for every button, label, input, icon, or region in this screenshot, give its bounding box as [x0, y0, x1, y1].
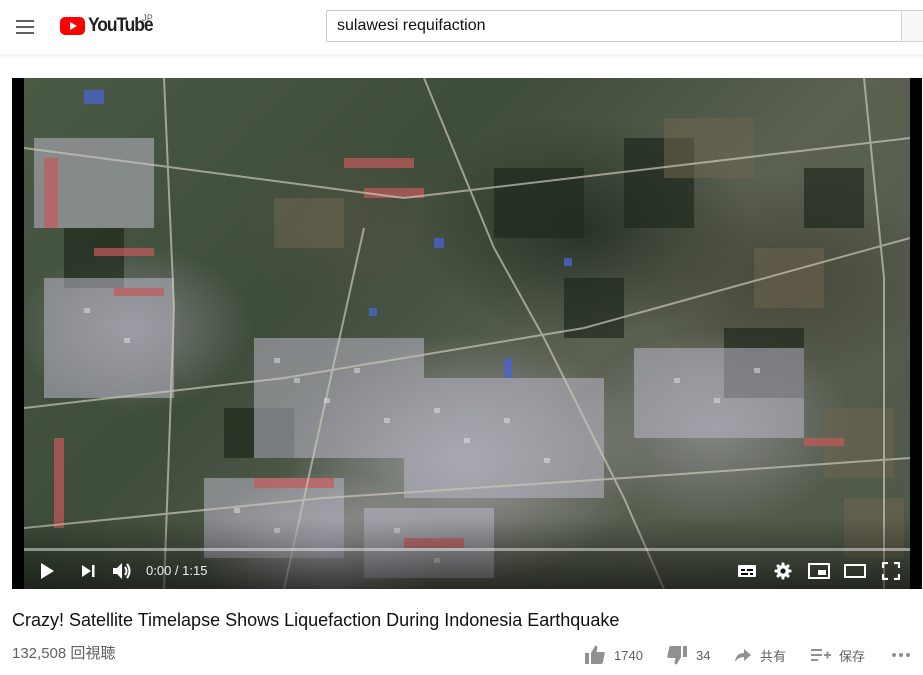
more-horizontal-icon: [892, 653, 910, 657]
volume-button[interactable]: [111, 559, 135, 583]
masthead: YouTube JP: [0, 0, 923, 54]
video-player[interactable]: 0:00 / 1:15: [12, 78, 922, 589]
play-button[interactable]: [35, 559, 59, 583]
fullscreen-button[interactable]: [879, 559, 903, 583]
time-duration: 1:15: [182, 563, 208, 578]
more-actions-button[interactable]: [891, 643, 911, 667]
time-separator: /: [171, 563, 183, 578]
skip-next-icon: [82, 565, 95, 577]
dislike-count: 34: [696, 647, 711, 663]
settings-button[interactable]: [771, 559, 795, 583]
thumbs-up-icon: [585, 645, 605, 664]
theater-mode-button[interactable]: [843, 559, 867, 583]
volume-icon: [113, 563, 131, 579]
share-label: 共有: [760, 648, 787, 664]
fullscreen-icon: [882, 562, 900, 580]
save-label: 保存: [839, 648, 866, 664]
share-arrow-icon: [735, 649, 751, 662]
miniplayer-button[interactable]: [807, 559, 831, 583]
subtitles-button[interactable]: [735, 559, 759, 583]
share-button[interactable]: 共有: [734, 643, 786, 667]
menu-icon[interactable]: [10, 12, 40, 42]
masthead-shadow: [0, 54, 923, 60]
youtube-logo[interactable]: YouTube JP: [60, 13, 158, 39]
playlist-add-icon: [811, 649, 831, 661]
next-button[interactable]: [76, 559, 100, 583]
logo-country-code: JP: [142, 13, 154, 23]
search-box[interactable]: [326, 10, 916, 42]
time-current: 0:00: [146, 563, 172, 578]
play-icon: [41, 563, 54, 579]
save-button[interactable]: 保存: [811, 643, 865, 667]
progress-bar[interactable]: [24, 548, 910, 551]
like-count: 1740: [614, 647, 643, 663]
video-frame-satellite-image[interactable]: [24, 78, 910, 589]
search-input[interactable]: [337, 17, 906, 35]
theater-mode-icon: [844, 564, 866, 578]
search-button[interactable]: [901, 10, 923, 42]
time-display: 0:00 / 1:15: [146, 563, 207, 578]
gear-icon: [774, 562, 792, 580]
view-count: 132,508 回視聴: [12, 645, 116, 662]
video-title: Crazy! Satellite Timelapse Shows Liquefa…: [12, 610, 620, 630]
thumbs-down-icon: [667, 646, 687, 665]
dislike-button[interactable]: 34: [666, 643, 710, 667]
satellite-imagery: [24, 78, 910, 589]
miniplayer-icon: [808, 563, 830, 579]
youtube-play-logo-icon: [60, 17, 85, 35]
like-button[interactable]: 1740: [584, 643, 643, 667]
subtitles-icon: [738, 565, 756, 577]
